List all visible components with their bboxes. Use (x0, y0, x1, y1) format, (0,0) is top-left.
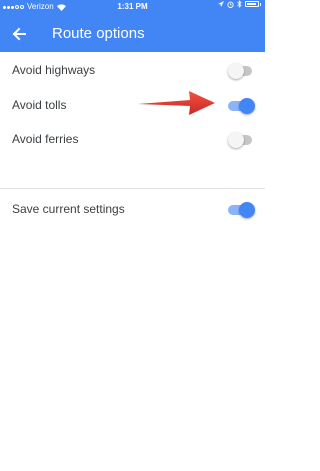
option-label: Save current settings (12, 202, 125, 216)
avoid-highways-toggle[interactable] (228, 63, 253, 79)
red-arrow-icon (138, 91, 215, 115)
option-row-avoid-highways[interactable]: Avoid highways (0, 54, 265, 88)
option-row-save-settings[interactable]: Save current settings (0, 193, 265, 227)
bluetooth-icon (237, 0, 242, 8)
status-bar: Verizon 1:31 PM (0, 0, 265, 14)
location-icon (218, 1, 224, 7)
option-row-avoid-tolls[interactable]: Avoid tolls (0, 89, 265, 123)
option-label: Avoid highways (12, 63, 96, 77)
page-title: Route options (52, 25, 145, 42)
arrow-back-icon (12, 27, 26, 41)
status-right (218, 0, 261, 8)
section-divider (0, 188, 265, 189)
option-label: Avoid tolls (12, 98, 67, 112)
battery-icon (245, 1, 259, 7)
avoid-ferries-toggle[interactable] (228, 132, 253, 148)
avoid-tolls-toggle[interactable] (228, 98, 255, 114)
option-row-avoid-ferries[interactable]: Avoid ferries (0, 123, 265, 157)
back-button[interactable] (8, 23, 30, 45)
alarm-icon (227, 1, 234, 8)
option-label: Avoid ferries (12, 132, 79, 146)
save-settings-toggle[interactable] (228, 202, 255, 218)
app-bar: Verizon 1:31 PM Route options (0, 0, 265, 52)
